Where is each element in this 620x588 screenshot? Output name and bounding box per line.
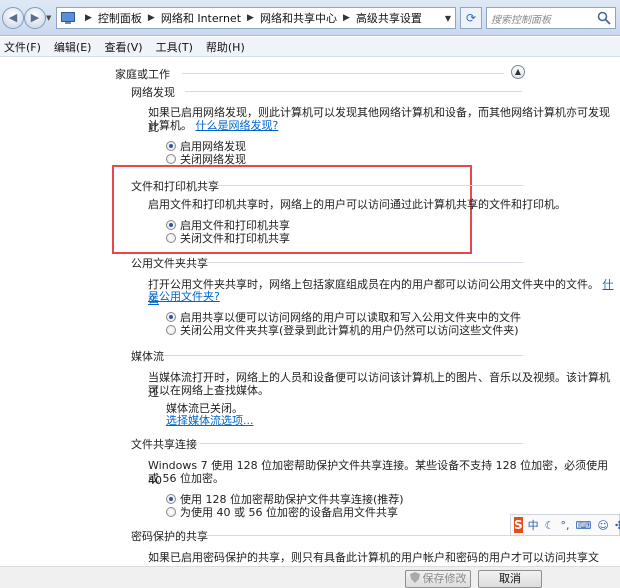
arrow-left-icon: ◀: [8, 11, 18, 24]
breadcrumb-separator-icon[interactable]: ▶: [343, 13, 350, 23]
public-folder-description-line2: 是公用文件夹?: [148, 289, 220, 304]
bottom-button-bar: 保存修改 取消: [0, 566, 620, 588]
breadcrumb-item-control-panel[interactable]: 控制面板: [98, 10, 142, 26]
uac-shield-icon: [409, 572, 420, 583]
menu-help[interactable]: 帮助(H): [206, 39, 245, 55]
section-title-media-streaming: 媒体流: [131, 350, 164, 363]
media-streaming-options-link[interactable]: 选择媒体流选项...: [166, 414, 254, 427]
radio-disable-public-sharing[interactable]: 关闭公用文件夹共享(登录到此计算机的用户仍然可以访问这些文件夹): [166, 322, 519, 338]
radio-unselected-icon[interactable]: [166, 154, 176, 164]
network-discovery-description-tail: 计算机。: [148, 119, 192, 132]
cancel-button[interactable]: 取消: [478, 570, 542, 588]
history-dropdown-icon[interactable]: ▼: [46, 14, 51, 22]
media-streaming-options-line: 选择媒体流选项...: [166, 413, 254, 428]
settings-content: 家庭或工作 ▲ 网络发现 如果已启用网络发现，则此计算机可以发现其他网络计算机和…: [0, 58, 620, 579]
option-label: 为使用 40 或 56 位加密的设备启用文件共享: [180, 506, 398, 519]
user-icon[interactable]: ☺: [597, 519, 608, 532]
menu-file[interactable]: 文件(F): [4, 39, 41, 55]
breadcrumb[interactable]: ▶ 控制面板 ▶ 网络和 Internet ▶ 网络和共享中心 ▶ 高级共享设置…: [56, 7, 456, 29]
divider: [213, 185, 523, 186]
collapse-button[interactable]: ▲: [511, 65, 525, 79]
section-title-password-protected-sharing: 密码保护的共享: [131, 530, 208, 543]
divider: [200, 262, 523, 263]
sogou-logo-icon[interactable]: S: [514, 517, 523, 533]
breadcrumb-item-network-sharing-center[interactable]: 网络和共享中心: [260, 10, 337, 26]
chevron-up-icon: ▲: [514, 67, 522, 76]
breadcrumb-separator-icon[interactable]: ▶: [148, 13, 155, 23]
option-label: 关闭公用文件夹共享(登录到此计算机的用户仍然可以访问这些文件夹): [180, 324, 519, 337]
menu-tools[interactable]: 工具(T): [156, 39, 193, 55]
search-placeholder: 搜索控制面板: [491, 15, 551, 26]
address-dropdown-icon[interactable]: ▼: [445, 14, 451, 23]
radio-unselected-icon[interactable]: [166, 233, 176, 243]
forward-button[interactable]: ▶: [24, 7, 46, 29]
section-title-network-discovery: 网络发现: [131, 86, 175, 99]
what-is-network-discovery-link[interactable]: 什么是网络发现?: [196, 119, 279, 132]
menu-bar: 文件(F) 编辑(E) 查看(V) 工具(T) 帮助(H): [0, 37, 620, 57]
arrow-right-icon: ▶: [30, 11, 40, 24]
what-is-public-folder-link-2[interactable]: 是公用文件夹?: [148, 290, 220, 303]
keyboard-icon[interactable]: ⌨: [576, 519, 592, 532]
file-sharing-connections-description-line2: 或 56 位加密。: [148, 472, 224, 485]
section-title-public-folder-sharing: 公用文件夹共享: [131, 257, 208, 270]
refresh-button[interactable]: ⟳: [460, 7, 482, 29]
moon-icon[interactable]: ☾: [545, 519, 555, 532]
control-panel-icon: [61, 12, 75, 24]
breadcrumb-separator-icon: ▶: [85, 13, 92, 23]
profile-title: 家庭或工作: [115, 68, 170, 81]
radio-selected-icon[interactable]: [166, 141, 176, 151]
menu-view[interactable]: 查看(V): [104, 39, 142, 55]
divider: [185, 91, 522, 92]
back-button[interactable]: ◀: [2, 7, 24, 29]
save-changes-label: 保存修改: [422, 572, 467, 585]
file-printer-sharing-description: 启用文件和打印机共享时，网络上的用户可以访问通过此计算机共享的文件和打印机。: [148, 198, 566, 211]
radio-unselected-icon[interactable]: [166, 507, 176, 517]
breadcrumb-item-advanced-sharing[interactable]: 高级共享设置: [356, 10, 422, 26]
menu-edit[interactable]: 编辑(E): [54, 39, 92, 55]
radio-40-56-bit-encryption[interactable]: 为使用 40 或 56 位加密的设备启用文件共享: [166, 504, 398, 520]
radio-selected-icon[interactable]: [166, 312, 176, 322]
ime-toolbar[interactable]: S 中 ☾ °, ⌨ ☺ ✣: [510, 514, 620, 536]
section-title-file-sharing-connections: 文件共享连接: [131, 438, 197, 451]
search-input[interactable]: 搜索控制面板: [486, 7, 616, 29]
radio-disable-file-printer-sharing[interactable]: 关闭文件和打印机共享: [166, 230, 290, 246]
network-discovery-description-line2: 计算机。 什么是网络发现?: [148, 118, 278, 133]
radio-unselected-icon[interactable]: [166, 325, 176, 335]
media-streaming-description-line2: 可以在网络上查找媒体。: [148, 384, 269, 397]
divider: [182, 73, 504, 74]
punctuation-icon[interactable]: °,: [561, 519, 570, 532]
divider: [163, 355, 523, 356]
divider: [200, 535, 523, 536]
breadcrumb-separator-icon[interactable]: ▶: [247, 13, 254, 23]
refresh-icon: ⟳: [465, 11, 477, 25]
save-changes-button[interactable]: 保存修改: [405, 570, 471, 588]
search-icon[interactable]: [597, 11, 611, 25]
toolbox-icon[interactable]: ✣: [615, 519, 620, 532]
section-title-file-printer-sharing: 文件和打印机共享: [131, 180, 219, 193]
ime-mode-indicator[interactable]: 中: [528, 517, 539, 533]
radio-selected-icon[interactable]: [166, 220, 176, 230]
option-label: 关闭文件和打印机共享: [180, 232, 290, 245]
divider: [200, 443, 523, 444]
radio-selected-icon[interactable]: [166, 494, 176, 504]
breadcrumb-item-network-internet[interactable]: 网络和 Internet: [161, 10, 241, 26]
address-bar: ◀ ▶ ▼ ▶ 控制面板 ▶ 网络和 Internet ▶ 网络和共享中心 ▶ …: [0, 0, 620, 36]
